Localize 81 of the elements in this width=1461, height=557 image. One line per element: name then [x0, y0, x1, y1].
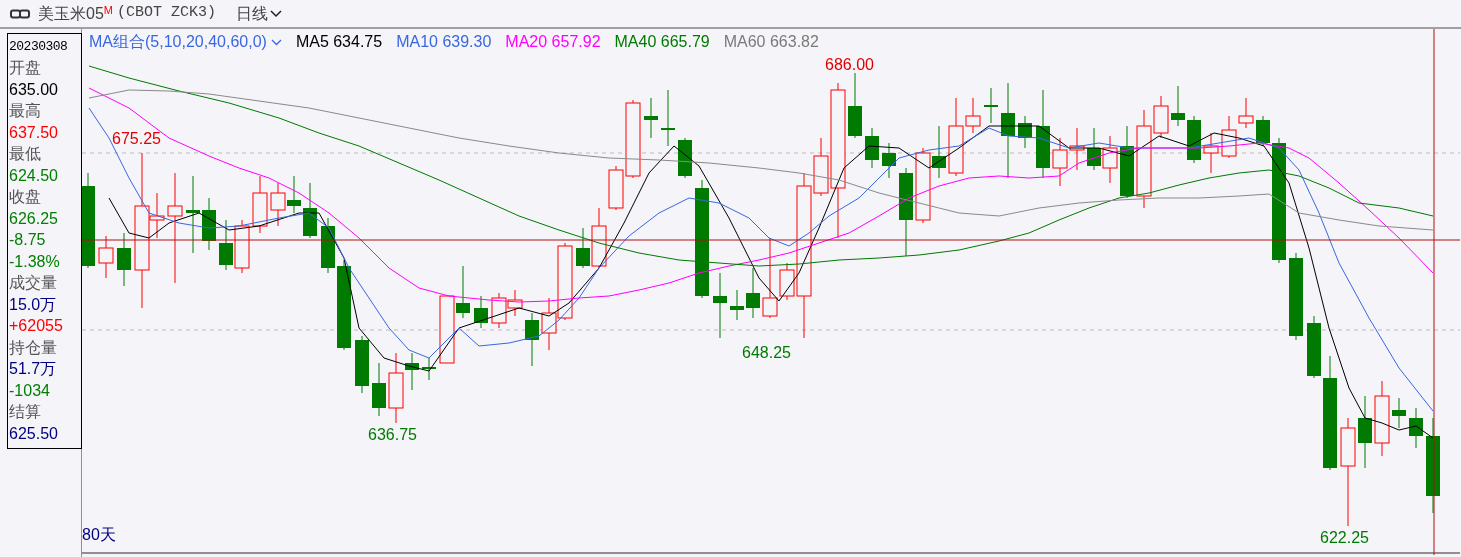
- period-dropdown[interactable]: 日线: [236, 1, 282, 26]
- price-label: 675.25: [112, 130, 161, 148]
- quote-date: 20230308: [9, 38, 69, 56]
- field-value: -8.75: [9, 230, 47, 250]
- candlestick: [1102, 135, 1118, 184]
- candlestick: [234, 219, 250, 274]
- field-value: 637.50: [9, 122, 59, 143]
- candlestick: [882, 142, 896, 179]
- candlestick: [287, 175, 301, 214]
- price-label: 686.00: [825, 56, 874, 74]
- candlestick: [422, 357, 436, 381]
- candlestick: [746, 267, 760, 319]
- moving-average-value: MA20 657.92: [505, 32, 601, 52]
- candlestick: [491, 292, 507, 329]
- candlestick: [202, 197, 216, 251]
- candlestick: [507, 289, 523, 317]
- candlestick: [713, 272, 727, 339]
- field-value: 624.50: [9, 165, 59, 186]
- field-label: 收盘: [9, 187, 42, 207]
- candlestick: [1087, 127, 1101, 171]
- price-label: 636.75: [368, 426, 417, 444]
- candlestick: [117, 232, 131, 287]
- candlestick: [98, 235, 114, 279]
- candlestick: [644, 97, 658, 139]
- candlestick: [355, 335, 369, 394]
- candlestick: [1171, 85, 1185, 127]
- candlestick: [1409, 407, 1423, 449]
- candlestick: [1069, 127, 1085, 171]
- candlestick: [439, 295, 455, 364]
- indicator-selector[interactable]: MA组合(5,10,20,40,60,0): [89, 30, 282, 54]
- candlestick: [219, 219, 233, 271]
- field-value: 635.00: [9, 79, 59, 100]
- candlestick: [1203, 132, 1219, 174]
- field-value: 15.0万: [9, 294, 58, 315]
- field-value: 626.25: [9, 208, 59, 229]
- candlestick: [661, 89, 675, 147]
- field-value: 625.50: [9, 423, 59, 444]
- candlestick: [474, 295, 488, 329]
- field-label: 结算: [9, 402, 42, 422]
- candlestick: [1307, 315, 1321, 379]
- field-label: 最低: [9, 144, 42, 164]
- field-value: +62055: [9, 316, 64, 336]
- candlestick: [678, 137, 692, 179]
- candlestick: [303, 182, 317, 239]
- price-label: 648.25: [742, 344, 791, 362]
- instrument-code: (CBOT ZCK3): [116, 3, 216, 24]
- candlestick: [1238, 97, 1254, 129]
- candlestick: [270, 182, 286, 227]
- chevron-down-icon: [270, 9, 282, 18]
- field-label: 成交量: [9, 273, 58, 293]
- field-value: -1.38%: [9, 251, 61, 272]
- candlestick: [932, 125, 946, 179]
- candlestick: [848, 72, 862, 139]
- link-icon[interactable]: [10, 8, 30, 19]
- candlestick: [984, 87, 998, 124]
- moving-average-value: MA5 634.75: [295, 32, 383, 52]
- field-label: 持仓量: [9, 337, 58, 358]
- instrument-title: 美玉米05: [38, 3, 104, 24]
- field-label: 开盘: [9, 58, 42, 78]
- moving-average-value: MA10 639.30: [396, 32, 492, 52]
- candlestick: [1018, 115, 1032, 149]
- day-range-label: 80天: [82, 526, 116, 544]
- candlestick: [730, 289, 744, 321]
- candlestick: [1256, 115, 1270, 147]
- candlestick: [1187, 115, 1201, 164]
- candlestick: [456, 265, 470, 319]
- moving-average-value: MA40 665.79: [614, 32, 710, 52]
- field-value: 51.7万: [9, 359, 58, 379]
- candlestick: [1221, 115, 1237, 159]
- market-mark: M: [103, 2, 113, 16]
- price-label: 622.25: [1320, 529, 1369, 547]
- candlestick: [1052, 137, 1068, 187]
- field-value: -1034: [9, 380, 51, 401]
- candlestick: [865, 127, 879, 169]
- candlestick: [252, 175, 268, 234]
- chevron-down-icon: [270, 38, 282, 46]
- candlestick: [372, 362, 386, 417]
- candlestick: [1392, 397, 1406, 429]
- candlestick: [525, 312, 539, 367]
- field-label: 最高: [9, 101, 42, 121]
- moving-average-value: MA60 663.82: [723, 32, 819, 52]
